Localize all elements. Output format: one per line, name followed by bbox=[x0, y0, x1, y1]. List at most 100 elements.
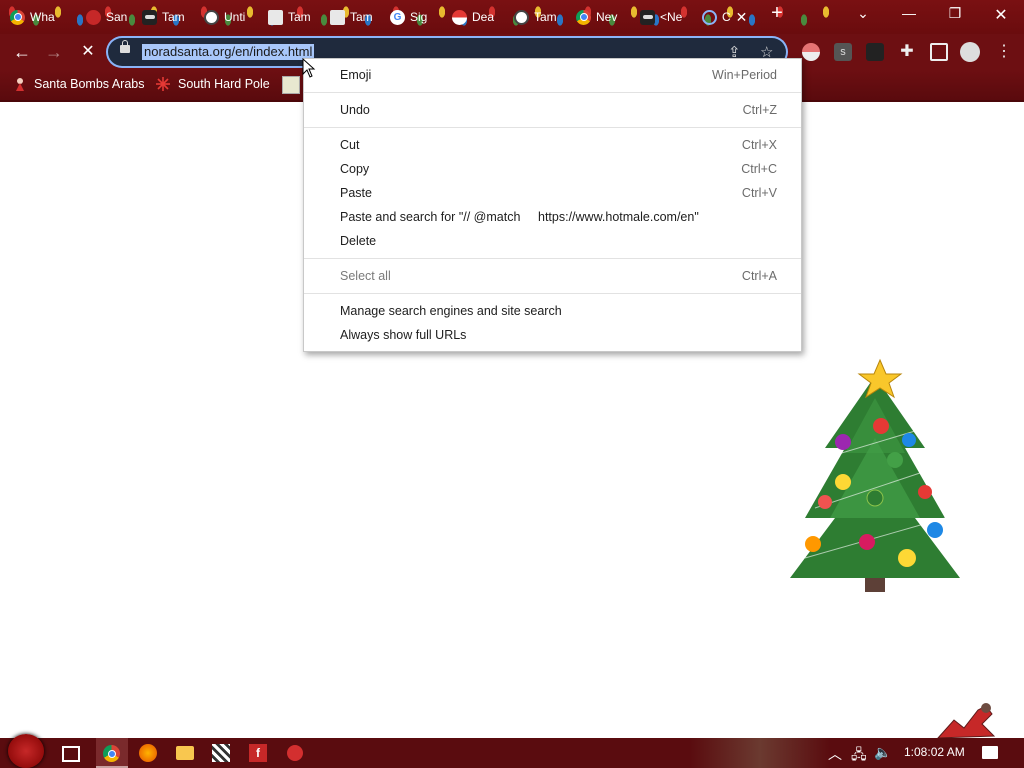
tab-7[interactable]: Dea bbox=[452, 6, 502, 28]
show-hidden-icons-chevron-icon[interactable]: ︿ bbox=[828, 744, 842, 764]
mask-icon bbox=[640, 9, 655, 25]
menu-item-undo[interactable]: Undo Ctrl+Z bbox=[340, 99, 777, 121]
menu-item-paste[interactable]: Paste Ctrl+V bbox=[340, 182, 777, 204]
restore-icon[interactable]: ❐ bbox=[940, 5, 970, 22]
notifications-icon[interactable] bbox=[982, 746, 998, 759]
menu-item-manage-search-engines[interactable]: Manage search engines and site search bbox=[340, 300, 777, 322]
google-icon: G bbox=[390, 9, 405, 25]
menu-item-label: Always show full URLs bbox=[340, 328, 467, 342]
puzzle-extensions-icon[interactable]: ✚ bbox=[898, 43, 916, 61]
menu-item-label: Delete bbox=[340, 234, 377, 248]
house-icon bbox=[330, 9, 345, 25]
forward-arrow-icon[interactable]: → bbox=[42, 40, 66, 64]
menu-shortcut: Win+Period bbox=[712, 68, 777, 82]
stop-loading-icon[interactable]: ✕ bbox=[76, 40, 100, 64]
url-text-selected[interactable]: noradsanta.org/en/index.html bbox=[142, 44, 315, 60]
more-menu-icon[interactable]: ⋮ bbox=[996, 43, 1014, 61]
bookmark-label: South Hard Pole bbox=[178, 77, 270, 91]
tab-label: Tam bbox=[534, 10, 557, 24]
menu-shortcut: Ctrl+V bbox=[741, 186, 777, 200]
new-tab-button[interactable]: + bbox=[762, 2, 792, 25]
snowflake-icon bbox=[156, 77, 170, 91]
start-button-icon[interactable] bbox=[8, 734, 44, 768]
menu-item-delete[interactable]: Delete bbox=[340, 230, 777, 252]
menu-separator bbox=[304, 127, 801, 128]
tab-label: C bbox=[722, 10, 731, 24]
menu-item-label: Manage search engines and site search bbox=[340, 304, 562, 318]
close-icon[interactable]: ✕ bbox=[736, 9, 748, 26]
tab-label: Nev bbox=[596, 10, 618, 24]
menu-item-emoji[interactable]: Emoji Win+Period bbox=[340, 64, 777, 86]
mask-extension-icon[interactable] bbox=[866, 43, 884, 61]
menu-item-label: Paste bbox=[340, 186, 372, 200]
flag-icon bbox=[452, 9, 467, 25]
task-view-icon[interactable] bbox=[62, 746, 80, 762]
file-explorer-icon[interactable] bbox=[176, 746, 194, 760]
tab-2[interactable]: Tam bbox=[142, 6, 192, 28]
s-extension-icon[interactable]: s bbox=[834, 43, 852, 61]
menu-shortcut: Ctrl+A bbox=[741, 269, 777, 283]
house-icon bbox=[268, 9, 283, 25]
mouse-cursor-icon bbox=[302, 58, 316, 78]
chrome-icon bbox=[10, 9, 25, 25]
network-icon[interactable]: 🖧 bbox=[851, 744, 867, 768]
taskbar-background-art bbox=[690, 738, 830, 768]
red-app-icon[interactable] bbox=[287, 745, 303, 761]
tab-4[interactable]: Tam bbox=[268, 6, 318, 28]
flag-extension-icon[interactable] bbox=[802, 43, 820, 61]
menu-item-label: Undo bbox=[340, 103, 370, 117]
globe-icon bbox=[204, 9, 219, 25]
tab-6[interactable]: G Sig bbox=[390, 6, 440, 28]
tab-5[interactable]: Tam bbox=[330, 6, 380, 28]
santa-icon bbox=[86, 9, 101, 25]
menu-item-paste-and-search[interactable]: Paste and search for "// @match https://… bbox=[340, 206, 777, 228]
tab-8[interactable]: Tam bbox=[514, 6, 564, 28]
firefox-taskbar-icon[interactable] bbox=[139, 744, 157, 762]
christmas-tree-image bbox=[790, 358, 960, 592]
close-window-icon[interactable]: ✕ bbox=[986, 5, 1016, 25]
menu-item-label: Select all bbox=[340, 269, 391, 283]
menu-separator bbox=[304, 293, 801, 294]
profile-avatar-icon[interactable] bbox=[960, 42, 980, 62]
paste-search-query: https://www.hotmale.com/en" bbox=[538, 210, 699, 224]
tab-strip: Wha San Tam Unti Tam Tam G Sig Dea Tam N… bbox=[0, 0, 1024, 34]
menu-item-label: Copy bbox=[340, 162, 370, 176]
flash-player-icon[interactable]: f bbox=[249, 744, 267, 762]
tab-label: Unti bbox=[224, 10, 246, 24]
menu-item-label: Cut bbox=[340, 138, 360, 152]
minimize-icon[interactable]: — bbox=[894, 5, 924, 21]
globe-icon bbox=[514, 9, 529, 25]
tab-label: Dea bbox=[472, 10, 495, 24]
tab-0[interactable]: Wha bbox=[10, 6, 70, 28]
tab-label: Tam bbox=[288, 10, 311, 24]
lock-icon[interactable] bbox=[120, 40, 130, 53]
bookmark-south-hard-pole[interactable]: South Hard Pole bbox=[156, 77, 270, 91]
bookmark-image-icon[interactable] bbox=[282, 76, 300, 94]
chrome-taskbar-icon[interactable] bbox=[103, 745, 120, 762]
back-arrow-icon[interactable]: ← bbox=[10, 40, 34, 64]
tab-10[interactable]: <Ne bbox=[640, 6, 690, 28]
volume-icon[interactable]: 🔈 bbox=[874, 744, 891, 761]
menu-item-copy[interactable]: Copy Ctrl+C bbox=[340, 158, 777, 180]
taskbar-clock[interactable]: 1:08:02 AM bbox=[904, 745, 965, 759]
menu-shortcut: Ctrl+X bbox=[741, 138, 777, 152]
menu-item-cut[interactable]: Cut Ctrl+X bbox=[340, 134, 777, 156]
menu-item-label: Paste and search for "// @match bbox=[340, 210, 521, 224]
tab-search-chevron-icon[interactable]: ⌄ bbox=[848, 5, 878, 22]
context-menu: Emoji Win+Period Undo Ctrl+Z Cut Ctrl+X … bbox=[303, 58, 802, 352]
menu-item-always-show-full-urls[interactable]: Always show full URLs bbox=[340, 324, 777, 346]
tab-9[interactable]: Nev bbox=[576, 6, 628, 28]
side-panel-icon[interactable] bbox=[930, 43, 948, 61]
tab-1[interactable]: San bbox=[86, 6, 132, 28]
bookmark-label: Santa Bombs Arabs bbox=[34, 77, 145, 91]
santa-icon bbox=[16, 78, 24, 91]
tab-label: Tam bbox=[350, 10, 373, 24]
tab-11-active[interactable]: C ✕ bbox=[702, 6, 752, 28]
tab-3[interactable]: Unti bbox=[204, 6, 254, 28]
menu-item-select-all[interactable]: Select all Ctrl+A bbox=[340, 265, 777, 287]
bookmark-santa-bombs-arabs[interactable]: Santa Bombs Arabs bbox=[14, 77, 144, 91]
mask-icon bbox=[142, 9, 157, 25]
chrome-icon bbox=[576, 9, 591, 25]
menu-shortcut: Ctrl+C bbox=[741, 162, 777, 176]
video-editor-icon[interactable] bbox=[212, 744, 230, 762]
